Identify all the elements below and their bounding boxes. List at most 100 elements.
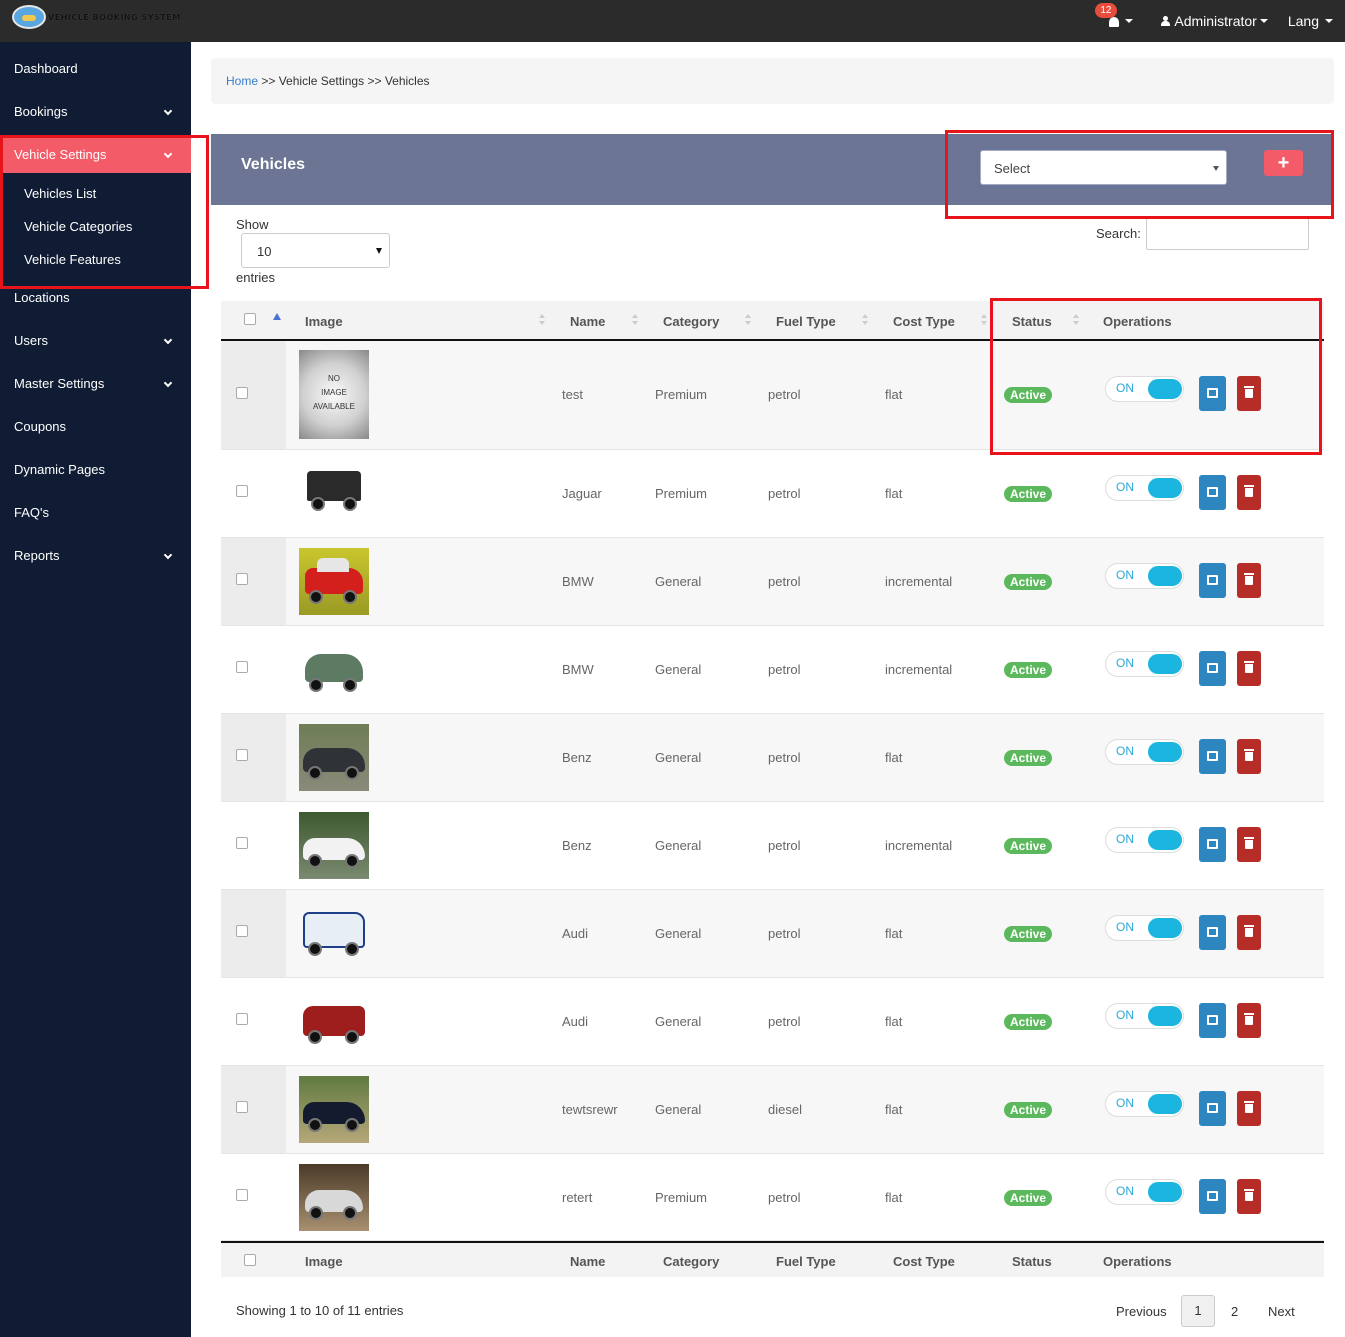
status-toggle[interactable]: ON (1105, 1003, 1184, 1029)
trash-icon (1244, 749, 1254, 761)
select-all-checkbox-footer[interactable] (244, 1254, 256, 1266)
delete-button[interactable] (1237, 563, 1261, 598)
delete-button[interactable] (1237, 739, 1261, 774)
sidebar-item-vehicle-settings[interactable]: Vehicle Settings (0, 137, 191, 173)
notifications-menu[interactable]: 12 (1095, 3, 1134, 27)
sidebar-item-dashboard[interactable]: Dashboard (0, 51, 191, 87)
sidebar-item-dynamic-pages[interactable]: Dynamic Pages (0, 452, 191, 488)
dropdown-arrow-icon (1213, 166, 1219, 171)
edit-button[interactable] (1199, 376, 1226, 411)
pagination-previous[interactable]: Previous (1116, 1304, 1167, 1319)
edit-button[interactable] (1199, 827, 1226, 862)
status-toggle[interactable]: ON (1105, 1091, 1184, 1117)
sidebar-item-master-settings[interactable]: Master Settings (0, 366, 191, 402)
sidebar-item-locations[interactable]: Locations (0, 280, 191, 316)
delete-button[interactable] (1237, 475, 1261, 510)
caret-down-icon (1259, 19, 1268, 23)
delete-button[interactable] (1237, 915, 1261, 950)
sort-icon[interactable] (981, 314, 987, 326)
vehicle-category: Premium (655, 387, 708, 402)
sidebar-item-label: Vehicle Settings (14, 147, 107, 162)
column-header-cost-type[interactable]: Cost Type (893, 314, 955, 329)
vehicle-fuel-type: petrol (768, 574, 801, 589)
sort-icon[interactable] (1073, 314, 1079, 326)
app-logo[interactable]: VEHICLE BOOKING SYSTEM (12, 5, 181, 29)
column-header-image[interactable]: Image (305, 314, 343, 329)
vehicle-fuel-type: petrol (768, 387, 801, 402)
status-toggle[interactable]: ON (1105, 1179, 1184, 1205)
row-checkbox[interactable] (236, 925, 248, 937)
status-toggle[interactable]: ON (1105, 739, 1184, 765)
row-checkbox[interactable] (236, 387, 248, 399)
delete-button[interactable] (1237, 1091, 1261, 1126)
filter-select[interactable]: Select (980, 150, 1227, 185)
column-header-category[interactable]: Category (663, 314, 719, 329)
sort-icon[interactable] (539, 314, 545, 326)
sidebar-item-label: Locations (14, 290, 70, 305)
sidebar-item-reports[interactable]: Reports (0, 538, 191, 574)
sidebar-item-label: Dashboard (14, 61, 78, 76)
sidebar-item-faqs[interactable]: FAQ's (0, 495, 191, 531)
edit-button[interactable] (1199, 475, 1226, 510)
row-checkbox[interactable] (236, 837, 248, 849)
lang-menu[interactable]: Lang (1288, 13, 1333, 29)
breadcrumb-home-link[interactable]: Home (226, 74, 258, 88)
delete-button[interactable] (1237, 651, 1261, 686)
edit-button[interactable] (1199, 1091, 1226, 1126)
edit-button[interactable] (1199, 739, 1226, 774)
status-toggle[interactable]: ON (1105, 915, 1184, 941)
vehicle-fuel-type: petrol (768, 1014, 801, 1029)
sidebar-subitem-vehicle-features[interactable]: Vehicle Features (0, 245, 191, 275)
sort-asc-icon[interactable] (273, 313, 281, 320)
sidebar-item-bookings[interactable]: Bookings (0, 94, 191, 130)
pagination-page-1[interactable]: 1 (1181, 1295, 1215, 1327)
pagination-next[interactable]: Next (1268, 1304, 1295, 1319)
breadcrumb-separator: >> (261, 74, 276, 88)
delete-button[interactable] (1237, 376, 1261, 411)
edit-button[interactable] (1199, 651, 1226, 686)
row-checkbox[interactable] (236, 1013, 248, 1025)
footer-column-name: Name (570, 1254, 606, 1269)
caret-down-icon (1325, 19, 1333, 23)
table-row: Benz General petrol incremental Active O… (221, 802, 1324, 890)
delete-button[interactable] (1237, 827, 1261, 862)
status-toggle[interactable]: ON (1105, 827, 1184, 853)
status-toggle[interactable]: ON (1105, 376, 1184, 402)
sidebar-subitem-label: Vehicle Categories (24, 219, 133, 234)
row-checkbox[interactable] (236, 1189, 248, 1201)
row-checkbox[interactable] (236, 661, 248, 673)
sort-icon[interactable] (745, 314, 751, 326)
delete-button[interactable] (1237, 1179, 1261, 1214)
edit-button[interactable] (1199, 915, 1226, 950)
row-checkbox[interactable] (236, 1101, 248, 1113)
column-header-name[interactable]: Name (570, 314, 605, 329)
row-checkbox[interactable] (236, 573, 248, 585)
vehicle-name: Benz (562, 838, 592, 853)
status-toggle[interactable]: ON (1105, 651, 1184, 677)
delete-button[interactable] (1237, 1003, 1261, 1038)
edit-icon (1207, 388, 1218, 398)
status-toggle[interactable]: ON (1105, 563, 1184, 589)
edit-button[interactable] (1199, 563, 1226, 598)
add-vehicle-button[interactable]: + (1264, 150, 1303, 176)
sidebar-subitem-vehicle-categories[interactable]: Vehicle Categories (0, 212, 191, 242)
row-checkbox[interactable] (236, 485, 248, 497)
toggle-label: ON (1116, 381, 1134, 395)
user-menu[interactable]: Administrator (1161, 13, 1268, 29)
sidebar-item-users[interactable]: Users (0, 323, 191, 359)
select-all-checkbox[interactable] (244, 313, 256, 325)
sidebar-subitem-vehicles-list[interactable]: Vehicles List (0, 179, 191, 209)
sort-icon[interactable] (862, 314, 868, 326)
sort-icon[interactable] (632, 314, 638, 326)
edit-button[interactable] (1199, 1003, 1226, 1038)
edit-button[interactable] (1199, 1179, 1226, 1214)
column-header-fuel-type[interactable]: Fuel Type (776, 314, 836, 329)
page-length-select[interactable]: 10 (241, 233, 390, 268)
search-input[interactable] (1146, 218, 1309, 250)
status-toggle[interactable]: ON (1105, 475, 1184, 501)
column-header-status[interactable]: Status (1012, 314, 1052, 329)
sidebar-item-coupons[interactable]: Coupons (0, 409, 191, 445)
row-checkbox[interactable] (236, 749, 248, 761)
pagination-page-2[interactable]: 2 (1231, 1304, 1238, 1319)
vehicle-cost-type: flat (885, 1014, 903, 1029)
